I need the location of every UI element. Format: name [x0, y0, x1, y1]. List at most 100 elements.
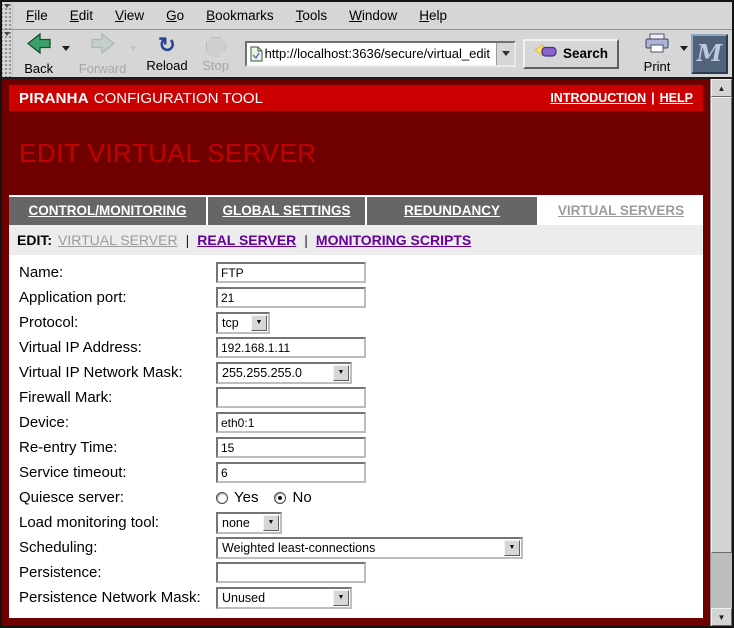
- device-label: Device:: [19, 414, 216, 431]
- re-entry-time-label: Re-entry Time:: [19, 439, 216, 456]
- menu-bookmarks[interactable]: Bookmarks: [206, 8, 274, 23]
- search-label: Search: [563, 46, 608, 61]
- back-icon: [26, 32, 52, 60]
- brand-name: PIRANHA: [19, 90, 89, 107]
- virtual-ip-network-mask-select[interactable]: 255.255.255.0▼: [216, 362, 352, 384]
- form-row-device: Device: eth0:1: [19, 410, 703, 435]
- scheduling-select[interactable]: Weighted least-connections▼: [216, 537, 523, 559]
- load-monitoring-tool-label: Load monitoring tool:: [19, 514, 216, 531]
- scroll-down-button[interactable]: ▼: [711, 608, 732, 626]
- back-label: Back: [24, 61, 53, 76]
- browser-window: File Edit View Go Bookmarks Tools Window Help B…: [0, 0, 734, 628]
- menu-items: File Edit View Go Bookmarks Tools Window Help: [13, 8, 458, 23]
- menu-go[interactable]: Go: [166, 8, 184, 23]
- scrollbar-thumb[interactable]: [711, 97, 732, 553]
- print-icon: [644, 33, 670, 58]
- form-row-firewall-mark: Firewall Mark:: [19, 385, 703, 410]
- application-port-value: 21: [221, 291, 234, 305]
- scheduling-label: Scheduling:: [19, 539, 216, 556]
- subnav-link-virtual-server: VIRTUAL SERVER: [58, 232, 178, 248]
- application-port-input[interactable]: 21: [216, 287, 366, 308]
- quiesce-server-yes-radio[interactable]: [216, 492, 228, 504]
- scroll-up-button[interactable]: ▲: [711, 79, 732, 97]
- protocol-label: Protocol:: [19, 314, 216, 331]
- tab-redundancy[interactable]: REDUNDANCY: [367, 197, 537, 225]
- menu-help[interactable]: Help: [419, 8, 447, 23]
- dropdown-arrow-icon: ▼: [251, 315, 267, 331]
- protocol-select[interactable]: tcp▼: [216, 312, 270, 334]
- menu-tools[interactable]: Tools: [296, 8, 328, 23]
- menu-file[interactable]: File: [26, 8, 48, 23]
- main-tabs: CONTROL/MONITORINGGLOBAL SETTINGSREDUNDA…: [9, 195, 703, 225]
- load-monitoring-tool-select[interactable]: none▼: [216, 512, 282, 534]
- header-links: INTRODUCTION|HELP: [550, 91, 693, 105]
- back-dropdown-icon[interactable]: [62, 46, 70, 51]
- service-timeout-input[interactable]: 6: [216, 462, 366, 483]
- tab-control-monitoring[interactable]: CONTROL/MONITORING: [9, 197, 206, 225]
- stop-button[interactable]: Stop: [194, 32, 238, 76]
- service-timeout-value: 6: [221, 466, 228, 480]
- persistence-network-mask-select[interactable]: Unused▼: [216, 587, 352, 609]
- form-row-protocol: Protocol:tcp▼: [19, 310, 703, 335]
- print-label: Print: [644, 59, 671, 74]
- scroll-up-icon: ▲: [718, 84, 726, 93]
- name-input[interactable]: FTP: [216, 262, 366, 283]
- dropdown-arrow-icon: ▼: [263, 515, 279, 531]
- re-entry-time-input[interactable]: 15: [216, 437, 366, 458]
- browser-viewport: PIRANHA CONFIGURATION TOOL INTRODUCTION|…: [2, 79, 732, 626]
- navigation-toolbar: Back Forward ↻ Reload Stop: [2, 30, 732, 79]
- stop-label: Stop: [202, 58, 229, 73]
- virtual-ip-address-value: 192.168.1.11: [221, 341, 290, 355]
- reload-icon: ↻: [158, 35, 176, 57]
- url-input[interactable]: http://localhost:3636/secure/virtual_edi…: [265, 46, 496, 61]
- quiesce-server-no-radio[interactable]: [274, 492, 286, 504]
- toolbar-grippy[interactable]: [2, 30, 13, 77]
- help-link[interactable]: HELP: [660, 91, 693, 105]
- url-history-dropdown[interactable]: [496, 43, 514, 65]
- subnav-link-monitoring-scripts[interactable]: MONITORING SCRIPTS: [316, 232, 471, 248]
- persistence-input[interactable]: [216, 562, 366, 583]
- tab-global-settings[interactable]: GLOBAL SETTINGS: [208, 197, 365, 225]
- introduction-link[interactable]: INTRODUCTION: [550, 91, 646, 105]
- dropdown-arrow-icon: ▼: [504, 540, 520, 556]
- quiesce-server-radio-group: YesNo: [216, 489, 328, 506]
- quiesce-server-label: Quiesce server:: [19, 489, 216, 506]
- service-timeout-label: Service timeout:: [19, 464, 216, 481]
- firewall-mark-input[interactable]: [216, 387, 366, 408]
- virtual-ip-address-input[interactable]: 192.168.1.11: [216, 337, 366, 358]
- re-entry-time-value: 15: [221, 441, 234, 455]
- forward-dropdown-icon[interactable]: [129, 46, 137, 51]
- persistence-network-mask-selected-value: Unused: [218, 591, 332, 605]
- persistence-label: Persistence:: [19, 564, 216, 581]
- virtual-ip-network-mask-label: Virtual IP Network Mask:: [19, 364, 216, 381]
- form-row-virtual-ip-address: Virtual IP Address:192.168.1.11: [19, 335, 703, 360]
- menu-edit[interactable]: Edit: [70, 8, 93, 23]
- menu-window[interactable]: Window: [349, 8, 397, 23]
- print-button[interactable]: Print: [635, 32, 679, 76]
- form-row-load-monitoring-tool: Load monitoring tool:none▼: [19, 510, 703, 535]
- virtual-server-form: Name:FTPApplication port:21Protocol:tcp▼…: [9, 255, 703, 618]
- mozilla-logo-icon: M: [697, 40, 722, 67]
- menubar-grippy[interactable]: [2, 2, 13, 29]
- scheduling-selected-value: Weighted least-connections: [218, 541, 503, 555]
- vertical-scrollbar[interactable]: ▲ ▼: [710, 79, 732, 626]
- virtual-ip-network-mask-selected-value: 255.255.255.0: [218, 366, 332, 380]
- subnav-link-real-server[interactable]: REAL SERVER: [197, 232, 296, 248]
- name-label: Name:: [19, 264, 216, 281]
- quiesce-server-yes-radio-label: Yes: [234, 489, 258, 506]
- tab-virtual-servers[interactable]: VIRTUAL SERVERS: [539, 197, 703, 225]
- form-row-service-timeout: Service timeout: 6: [19, 460, 703, 485]
- protocol-selected-value: tcp: [218, 316, 250, 330]
- search-button[interactable]: Search: [523, 39, 619, 69]
- menu-view[interactable]: View: [115, 8, 144, 23]
- url-bar[interactable]: http://localhost:3636/secure/virtual_edi…: [245, 41, 516, 67]
- reload-button[interactable]: ↻ Reload: [144, 32, 189, 76]
- forward-button[interactable]: Forward: [77, 32, 129, 76]
- dropdown-arrow-icon: ▼: [333, 365, 349, 381]
- device-value: eth0:1: [221, 416, 254, 430]
- back-button[interactable]: Back: [17, 32, 61, 76]
- mozilla-throbber[interactable]: M: [691, 34, 728, 74]
- piranha-page: PIRANHA CONFIGURATION TOOL INTRODUCTION|…: [2, 79, 710, 626]
- print-dropdown-icon[interactable]: [680, 46, 688, 51]
- device-input[interactable]: eth0:1: [216, 412, 366, 433]
